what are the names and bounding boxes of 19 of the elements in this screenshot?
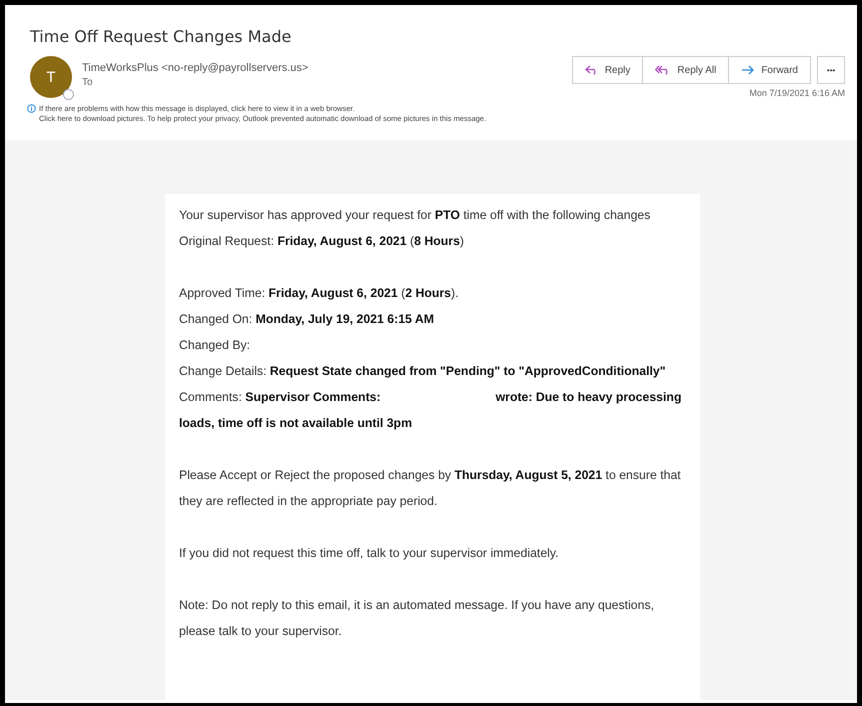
more-button[interactable]: ••• bbox=[817, 56, 845, 84]
email-subject: Time Off Request Changes Made bbox=[30, 27, 292, 46]
message-text: Your supervisor has approved your request for PTO time off with the following changes bbox=[179, 207, 652, 224]
presence-icon bbox=[63, 89, 74, 100]
to-label: To bbox=[82, 77, 94, 88]
message-text: If you did not request this time off, talk to your supervisor immediately. bbox=[179, 545, 560, 562]
message-text: Approved Time: Friday, August 6, 2021 (2 Hours). bbox=[179, 285, 460, 302]
message-text: Note: Do not reply to this email, it is an automated message. If you have any questions, please talk to your supervisor. bbox=[179, 597, 656, 640]
message-text: Original Request: Friday, August 6, 2021 (8 Hours) bbox=[179, 233, 466, 250]
sender-address: TimeWorksPlus <no-reply@payrollservers.us> bbox=[82, 62, 308, 74]
message-text: Change Details: Request State changed from "Pending" to "ApprovedConditionally" bbox=[179, 363, 667, 380]
sender-avatar: T bbox=[30, 56, 72, 98]
sent-date: Mon 7/19/2021 6:16 AM bbox=[749, 88, 845, 98]
message-text: Changed On: Monday, July 19, 2021 6:15 AM bbox=[179, 311, 435, 328]
forward-icon bbox=[741, 64, 756, 76]
message-text: Please Accept or Reject the proposed changes by Thursday, August 5, 2021 to ensure that they are reflected in the appropriate pay period. bbox=[179, 467, 682, 510]
comment-text: Comments: Supervisor Comments: wrote: Due to heavy processing loads, time off is not available until 3pm bbox=[179, 389, 682, 432]
message-text: Changed By: bbox=[179, 337, 252, 354]
info-icon bbox=[27, 104, 36, 113]
